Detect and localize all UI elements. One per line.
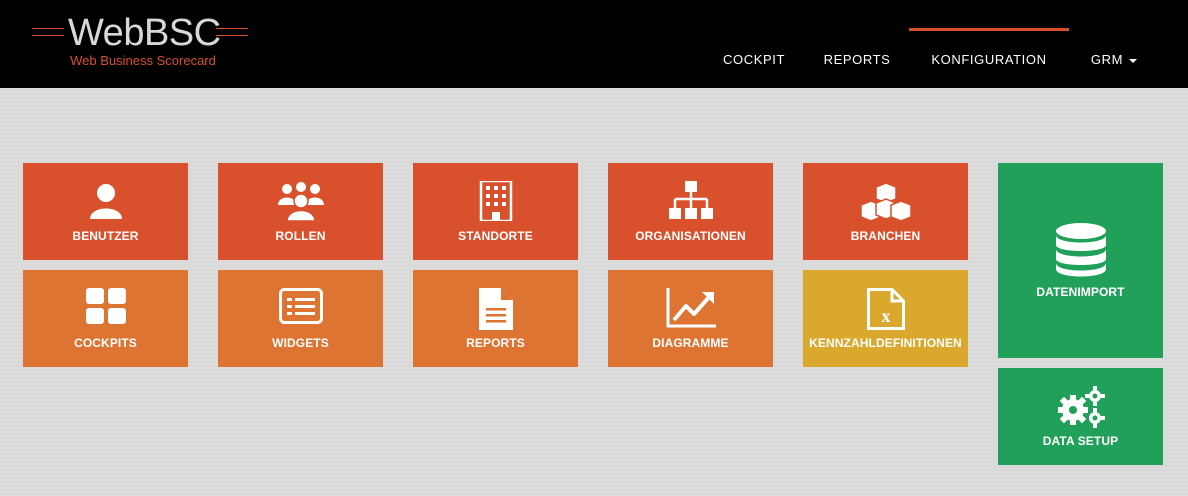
tile-reports[interactable]: REPORTS (413, 270, 578, 367)
tile-label: DIAGRAMME (652, 336, 729, 350)
tile-label: STANDORTE (458, 229, 533, 243)
tile-branchen[interactable]: BRANCHEN (803, 163, 968, 260)
logo[interactable]: WebBSC Web Business Scorecard (30, 10, 250, 72)
tile-rollen[interactable]: ROLLEN (218, 163, 383, 260)
top-navbar: WebBSC Web Business Scorecard COCKPIT RE… (0, 0, 1188, 88)
tile-label: BENUTZER (72, 229, 139, 243)
tile-diagramme[interactable]: DIAGRAMME (608, 270, 773, 367)
tile-cockpits[interactable]: COCKPITS (23, 270, 188, 367)
tile-label: REPORTS (466, 336, 525, 350)
file-text-icon (413, 288, 578, 330)
tile-data-setup[interactable]: DATA SETUP (998, 368, 1163, 465)
logo-decor-line (32, 28, 64, 29)
line-chart-icon (608, 288, 773, 328)
nav-cockpit[interactable]: COCKPIT (714, 52, 794, 72)
user-icon (23, 181, 188, 221)
gears-icon (998, 386, 1163, 428)
tile-label: DATA SETUP (1042, 434, 1119, 448)
tile-standorte[interactable]: STANDORTE (413, 163, 578, 260)
nav-active-indicator (909, 28, 1069, 31)
tile-label: KENNZAHLDEFINITIONEN (809, 336, 962, 350)
tile-organisationen[interactable]: ORGANISATIONEN (608, 163, 773, 260)
tile-label: WIDGETS (272, 336, 329, 350)
logo-decor-line (216, 35, 248, 36)
tile-label: ROLLEN (275, 229, 326, 243)
nav-reports[interactable]: REPORTS (818, 52, 896, 72)
grid-icon (23, 288, 188, 324)
tile-kennzahldefinitionen[interactable]: x KENNZAHLDEFINITIONEN (803, 270, 968, 367)
nav-grm-label: GRM (1090, 52, 1124, 67)
building-icon (413, 181, 578, 221)
tile-datenimport[interactable]: DATENIMPORT (998, 163, 1163, 358)
svg-text:x: x (881, 306, 890, 326)
list-alt-icon (218, 288, 383, 324)
excel-file-icon: x (803, 288, 968, 330)
tile-label: COCKPITS (74, 336, 137, 350)
logo-title: WebBSC (68, 12, 221, 54)
caret-down-icon (1129, 58, 1138, 63)
nav-grm-dropdown[interactable]: GRM (1084, 52, 1144, 72)
tile-widgets[interactable]: WIDGETS (218, 270, 383, 367)
tile-benutzer[interactable]: BENUTZER (23, 163, 188, 260)
tile-label: DATENIMPORT (1036, 285, 1125, 299)
sitemap-icon (608, 181, 773, 221)
logo-subtitle: Web Business Scorecard (70, 53, 216, 68)
logo-decor-line (216, 28, 248, 29)
tile-label: BRANCHEN (850, 229, 921, 243)
cubes-icon (803, 181, 968, 223)
tile-label: ORGANISATIONEN (635, 229, 746, 243)
nav-konfiguration[interactable]: KONFIGURATION (914, 52, 1064, 72)
logo-decor-line (32, 35, 64, 36)
users-icon (218, 181, 383, 221)
database-icon (998, 223, 1163, 277)
